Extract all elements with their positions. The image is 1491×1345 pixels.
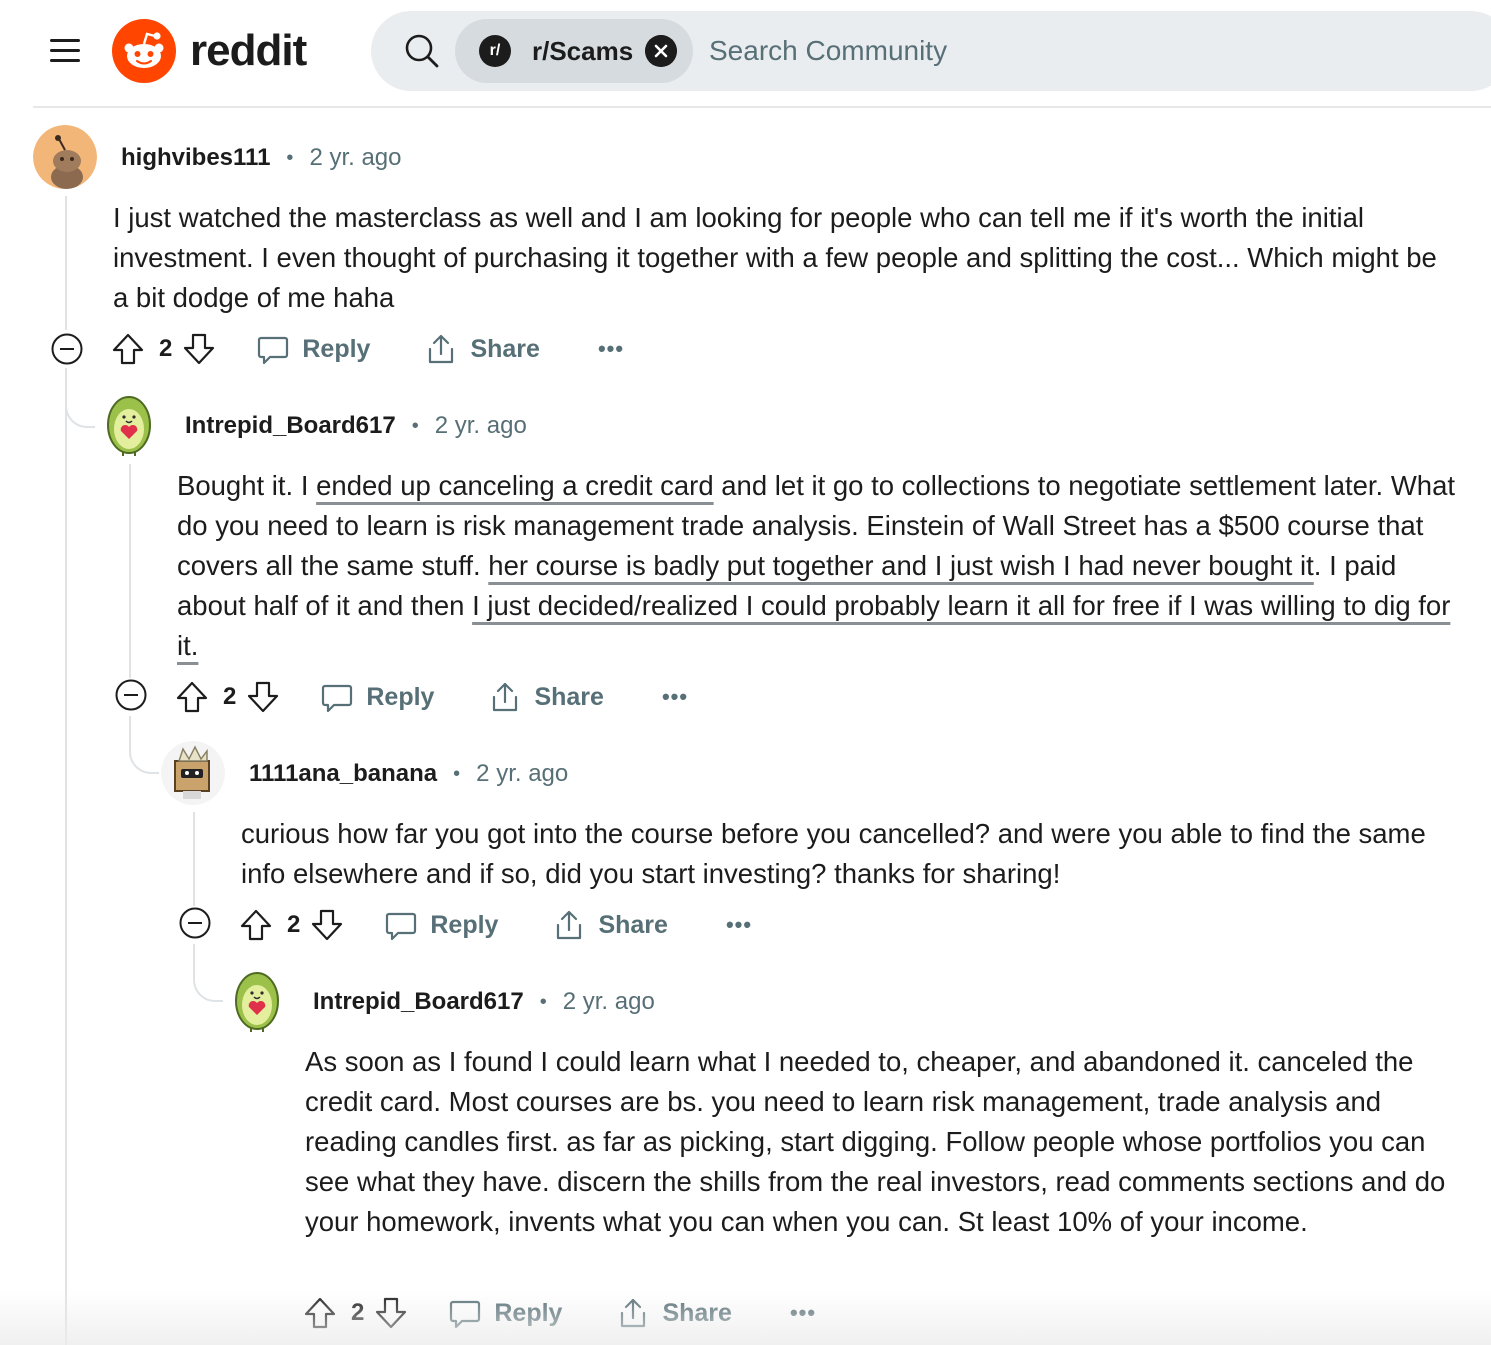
comment-meta: highvibes111 • 2 yr. ago [121,142,402,174]
more-options-button[interactable]: ••• [598,336,624,362]
more-options-button[interactable]: ••• [790,1300,816,1326]
share-label: Share [662,1298,732,1327]
timestamp[interactable]: 2 yr. ago [563,988,655,1016]
thread-line[interactable] [65,196,67,330]
comment-body: As soon as I found I could learn what I … [305,1042,1455,1242]
reply-button[interactable]: Reply [384,908,498,942]
thread-branch [65,398,95,428]
timestamp[interactable]: 2 yr. ago [309,144,401,172]
comment-text: Bought it. I [177,470,317,501]
comment-actions: 2 Reply Share ••• [111,327,624,371]
share-button[interactable]: Share [616,1296,732,1330]
thread-line[interactable] [129,464,131,678]
highlighted-text: her course is badly put together and I j… [488,550,1314,581]
search-icon[interactable] [404,33,440,69]
username[interactable]: 1111ana_banana [249,760,437,788]
share-label: Share [534,682,604,711]
top-nav: reddit r/ r/Scams Search Community [0,0,1491,108]
timestamp[interactable]: 2 yr. ago [435,412,527,440]
share-icon [493,682,518,712]
vote-count: 2 [351,1299,365,1326]
comment-body: I just watched the masterclass as well a… [113,198,1458,318]
vote-count: 2 [287,911,301,938]
upvote-icon[interactable] [303,1296,337,1330]
more-options-button[interactable]: ••• [726,912,752,938]
menu-icon[interactable] [50,38,80,64]
comment-meta: Intrepid_Board617 • 2 yr. ago [313,986,655,1018]
reply-label: Reply [430,910,499,939]
highlighted-text: ended up canceling a credit card [316,470,714,501]
collapse-thread-icon[interactable] [115,679,147,711]
avatar[interactable] [161,741,225,805]
share-button[interactable]: Share [552,908,668,942]
thread-line[interactable] [193,812,195,906]
username[interactable]: highvibes111 [121,144,270,172]
comment-actions: 2 Reply Share ••• [239,903,752,947]
avatar[interactable] [225,969,289,1033]
vote-count: 2 [159,335,173,362]
thread-branch [193,944,223,1002]
username[interactable]: Intrepid_Board617 [313,988,524,1016]
comment-text: As soon as I found I could learn what I … [305,1046,1446,1237]
reply-button[interactable]: Reply [320,680,434,714]
collapse-thread-icon[interactable] [51,333,83,365]
meta-separator: • [453,762,461,785]
community-chip-label: r/Scams [532,36,634,66]
downvote-icon[interactable] [182,332,216,366]
thread-line[interactable] [65,368,67,1345]
comment-bubble-icon [322,684,353,713]
share-label: Share [598,910,668,939]
more-options-button[interactable]: ••• [662,684,688,710]
downvote-icon[interactable] [246,680,280,714]
close-icon[interactable] [645,35,677,67]
reddit-snoo-icon [112,19,176,83]
reply-button[interactable]: Reply [256,332,370,366]
share-label: Share [470,334,540,363]
share-icon [557,910,582,940]
meta-separator: • [286,146,294,169]
timestamp[interactable]: 2 yr. ago [476,760,568,788]
upvote-icon[interactable] [239,908,273,942]
meta-separator: • [539,990,547,1013]
share-button[interactable]: Share [488,680,604,714]
comment-actions: 2 Reply Share ••• [175,675,688,719]
downvote-icon[interactable] [374,1296,408,1330]
username[interactable]: Intrepid_Board617 [185,412,396,440]
share-icon [621,1298,646,1328]
avatar[interactable] [33,125,97,189]
subreddit-icon: r/ [479,35,511,67]
comment-text: I just watched the masterclass as well a… [113,202,1437,313]
comment-body: curious how far you got into the course … [241,814,1451,894]
search-input[interactable]: Search Community [709,35,947,67]
collapse-thread-icon[interactable] [179,907,211,939]
meta-separator: • [411,414,419,437]
reply-label: Reply [494,1298,563,1327]
thread-branch [129,716,159,774]
upvote-icon[interactable] [111,332,145,366]
reddit-wordmark: reddit [190,26,307,75]
header-divider [33,106,1491,108]
share-icon [429,334,454,364]
downvote-icon[interactable] [310,908,344,942]
reply-button[interactable]: Reply [448,1296,562,1330]
comment-bubble-icon [258,336,289,365]
upvote-icon[interactable] [175,680,209,714]
vote-count: 2 [223,683,237,710]
avatar[interactable] [97,393,161,457]
comment-bubble-icon [386,912,417,941]
comment-text: curious how far you got into the course … [241,818,1426,889]
comment-meta: Intrepid_Board617 • 2 yr. ago [185,410,527,442]
share-button[interactable]: Share [424,332,540,366]
comment-meta: 1111ana_banana • 2 yr. ago [249,758,568,790]
comment-actions: 2 Reply Share ••• [303,1291,816,1335]
reply-label: Reply [366,682,435,711]
comment-bubble-icon [450,1300,481,1329]
reply-label: Reply [302,334,371,363]
comment-body: Bought it. I ended up canceling a credit… [177,466,1467,666]
reddit-logo[interactable]: reddit [112,19,307,83]
